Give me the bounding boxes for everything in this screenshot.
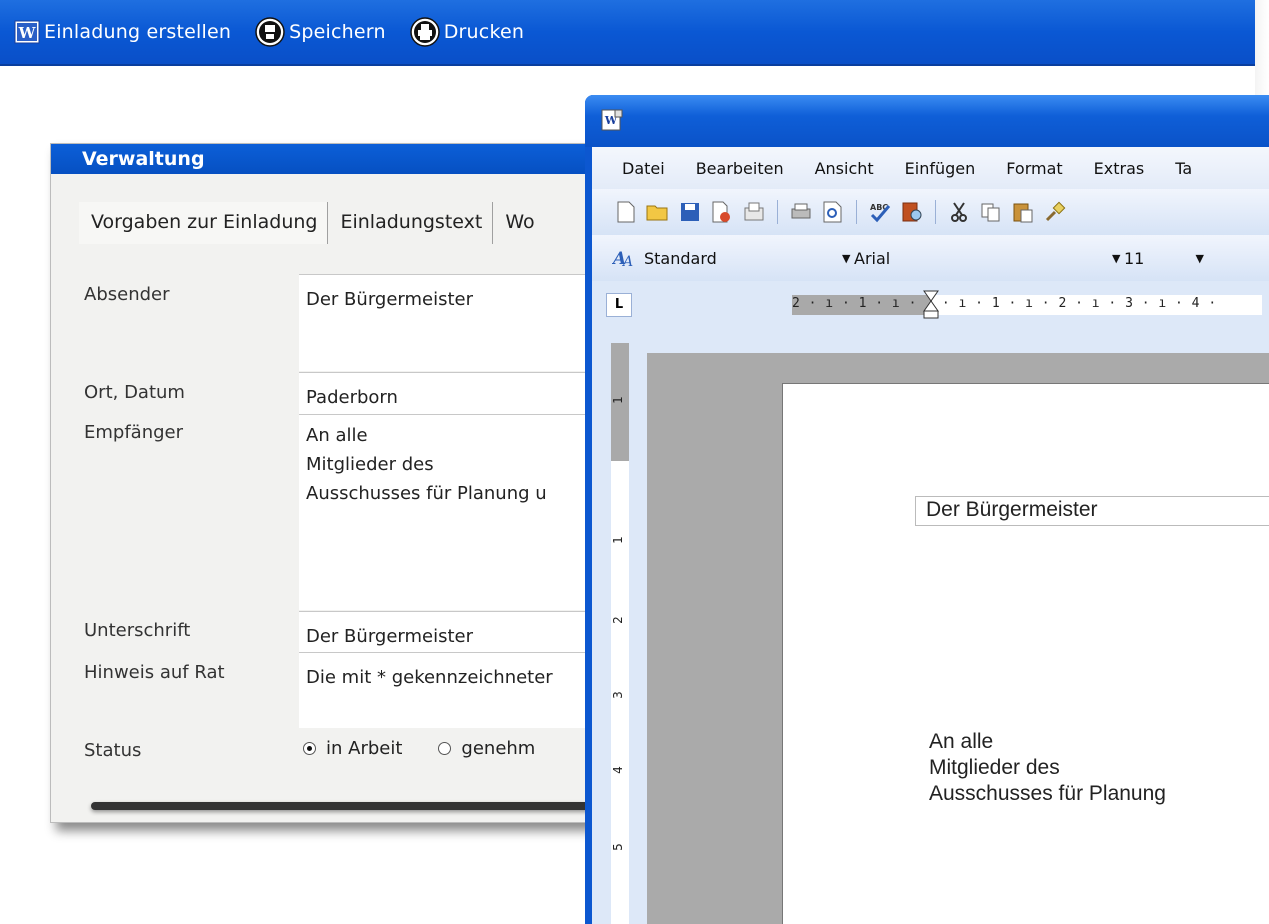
chevron-down-icon: ▼: [1195, 251, 1204, 265]
panel-bottom-bar: [91, 802, 611, 810]
menu-edit[interactable]: Bearbeiten: [696, 159, 784, 178]
doc-line-recipient-2[interactable]: Mitglieder des: [929, 755, 1060, 781]
main-toolbar: W Einladung erstellen Speichern Drucken: [0, 0, 1255, 66]
ruler-ticks: 2 · ı · 1 · ı · · ı · 1 · ı · 2 · ı · 3 …: [792, 296, 1217, 311]
word-client-area: Datei Bearbeiten Ansicht Einfügen Format…: [592, 147, 1269, 924]
recipient-label: Empfänger: [84, 422, 184, 443]
recipient-line-1: An alle: [306, 425, 368, 446]
word-icon: W: [14, 20, 40, 44]
council-note-label: Hinweis auf Rat: [84, 662, 225, 683]
place-date-label: Ort, Datum: [84, 382, 185, 403]
status-approved-radio[interactable]: genehm: [438, 738, 535, 759]
signature-field[interactable]: Der Bürgermeister: [299, 611, 619, 652]
print-icon: [409, 17, 440, 47]
status-radio-group: in Arbeit genehm: [303, 738, 571, 759]
style-dropdown[interactable]: Standard ▼: [644, 244, 854, 272]
style-value: Standard: [644, 248, 717, 268]
ruler-number: 2: [610, 616, 625, 624]
ruler-number: 4: [610, 766, 625, 774]
save-icon[interactable]: [678, 200, 702, 224]
create-invitation-label: Einladung erstellen: [44, 21, 232, 43]
ruler-number: 3: [610, 691, 625, 699]
chevron-down-icon: ▼: [1112, 251, 1121, 265]
save-button[interactable]: Speichern: [255, 14, 386, 50]
svg-text:A: A: [621, 254, 633, 269]
tab-bar: Vorgaben zur Einladung Einladungstext Wo: [79, 202, 545, 244]
tab-stop-selector[interactable]: L: [606, 293, 632, 317]
doc-line-recipient-3[interactable]: Ausschusses für Planung: [929, 781, 1166, 807]
council-note-field[interactable]: Die mit * gekennzeichneter: [299, 652, 619, 728]
word-titlebar[interactable]: W: [585, 95, 1269, 147]
menu-insert[interactable]: Einfügen: [905, 159, 976, 178]
status-in-progress-radio[interactable]: in Arbeit: [303, 738, 402, 759]
sender-field[interactable]: Der Bürgermeister: [299, 274, 619, 371]
panel-title: Verwaltung: [51, 144, 609, 174]
new-document-icon[interactable]: [614, 200, 638, 224]
font-size-dropdown[interactable]: 11 ▼: [1124, 244, 1204, 272]
menu-table[interactable]: Ta: [1175, 159, 1192, 178]
place-date-field[interactable]: Paderborn: [299, 372, 619, 414]
doc-line-recipient-1[interactable]: An alle: [929, 729, 993, 755]
horizontal-ruler[interactable]: 2 · ı · 1 · ı · · ı · 1 · ı · 2 · ı · 3 …: [792, 290, 1262, 319]
spelling-icon[interactable]: ABC: [868, 200, 892, 224]
permission-icon[interactable]: [710, 200, 734, 224]
paste-icon[interactable]: [1011, 200, 1035, 224]
menu-tools[interactable]: Extras: [1094, 159, 1145, 178]
word-menubar: Datei Bearbeiten Ansicht Einfügen Format…: [592, 147, 1269, 189]
create-invitation-button[interactable]: W Einladung erstellen: [14, 14, 231, 50]
recipient-field[interactable]: An alle Mitglieder des Ausschusses für P…: [299, 414, 619, 610]
research-icon[interactable]: [900, 200, 924, 224]
admin-form-panel: Verwaltung Vorgaben zur Einladung Einlad…: [50, 143, 619, 823]
print-preview-icon[interactable]: [821, 200, 845, 224]
word-window: W Datei Bearbeiten Ansicht Einfügen Form…: [585, 95, 1269, 924]
format-painter-icon[interactable]: [1043, 200, 1067, 224]
cut-icon[interactable]: [947, 200, 971, 224]
print-icon[interactable]: [789, 200, 813, 224]
document-page[interactable]: Der Bürgermeister An alle Mitglieder des…: [782, 383, 1269, 924]
recipient-line-2: Mitglieder des: [306, 454, 434, 475]
status-approved-label: genehm: [461, 738, 536, 759]
vertical-ruler[interactable]: 1 1 2 3 4 5: [611, 343, 629, 924]
open-folder-icon[interactable]: [646, 200, 670, 224]
word-app-icon[interactable]: W: [601, 109, 623, 135]
radio-unselected-icon: [438, 742, 452, 755]
doc-line-sender[interactable]: Der Bürgermeister: [926, 497, 1098, 523]
ruler-number: 1: [610, 536, 625, 544]
svg-text:W: W: [18, 24, 37, 42]
styles-icon[interactable]: AA: [612, 246, 636, 270]
tab-invitation-text[interactable]: Einladungstext: [328, 202, 494, 244]
font-size-value: 11: [1124, 248, 1145, 268]
mail-recipient-icon[interactable]: [742, 200, 766, 224]
menu-view[interactable]: Ansicht: [815, 159, 874, 178]
print-button[interactable]: Drucken: [409, 14, 525, 50]
ruler-row: L 2 · ı · 1 · ı · · ı · 1 · ı · 2 · ı · …: [592, 281, 1269, 329]
ruler-number: 5: [610, 843, 625, 851]
standard-toolbar: ABC: [592, 189, 1269, 235]
indent-marker-icon[interactable]: [920, 290, 942, 320]
document-area[interactable]: Der Bürgermeister An alle Mitglieder des…: [647, 353, 1269, 924]
status-in-progress-label: in Arbeit: [326, 738, 403, 759]
menu-file[interactable]: Datei: [622, 159, 665, 178]
save-icon: [255, 17, 285, 47]
formatting-toolbar: AA Standard ▼ Arial ▼ 11 ▼: [592, 235, 1269, 281]
separator: [935, 200, 936, 224]
sender-label: Absender: [84, 284, 170, 305]
radio-selected-icon: [303, 742, 316, 755]
status-label: Status: [84, 740, 142, 761]
separator: [856, 200, 857, 224]
tab-more[interactable]: Wo: [493, 202, 545, 244]
signature-label: Unterschrift: [84, 620, 191, 641]
chevron-down-icon: ▼: [842, 251, 851, 265]
copy-icon[interactable]: [979, 200, 1003, 224]
font-dropdown[interactable]: Arial ▼: [854, 244, 1124, 272]
ruler-number: 1: [610, 396, 625, 404]
save-label: Speichern: [289, 21, 386, 43]
menu-format[interactable]: Format: [1006, 159, 1062, 178]
font-value: Arial: [854, 248, 891, 268]
tab-invitation-settings[interactable]: Vorgaben zur Einladung: [79, 202, 329, 244]
recipient-line-3: Ausschusses für Planung u: [306, 483, 547, 504]
separator: [777, 200, 778, 224]
print-label: Drucken: [443, 21, 525, 43]
